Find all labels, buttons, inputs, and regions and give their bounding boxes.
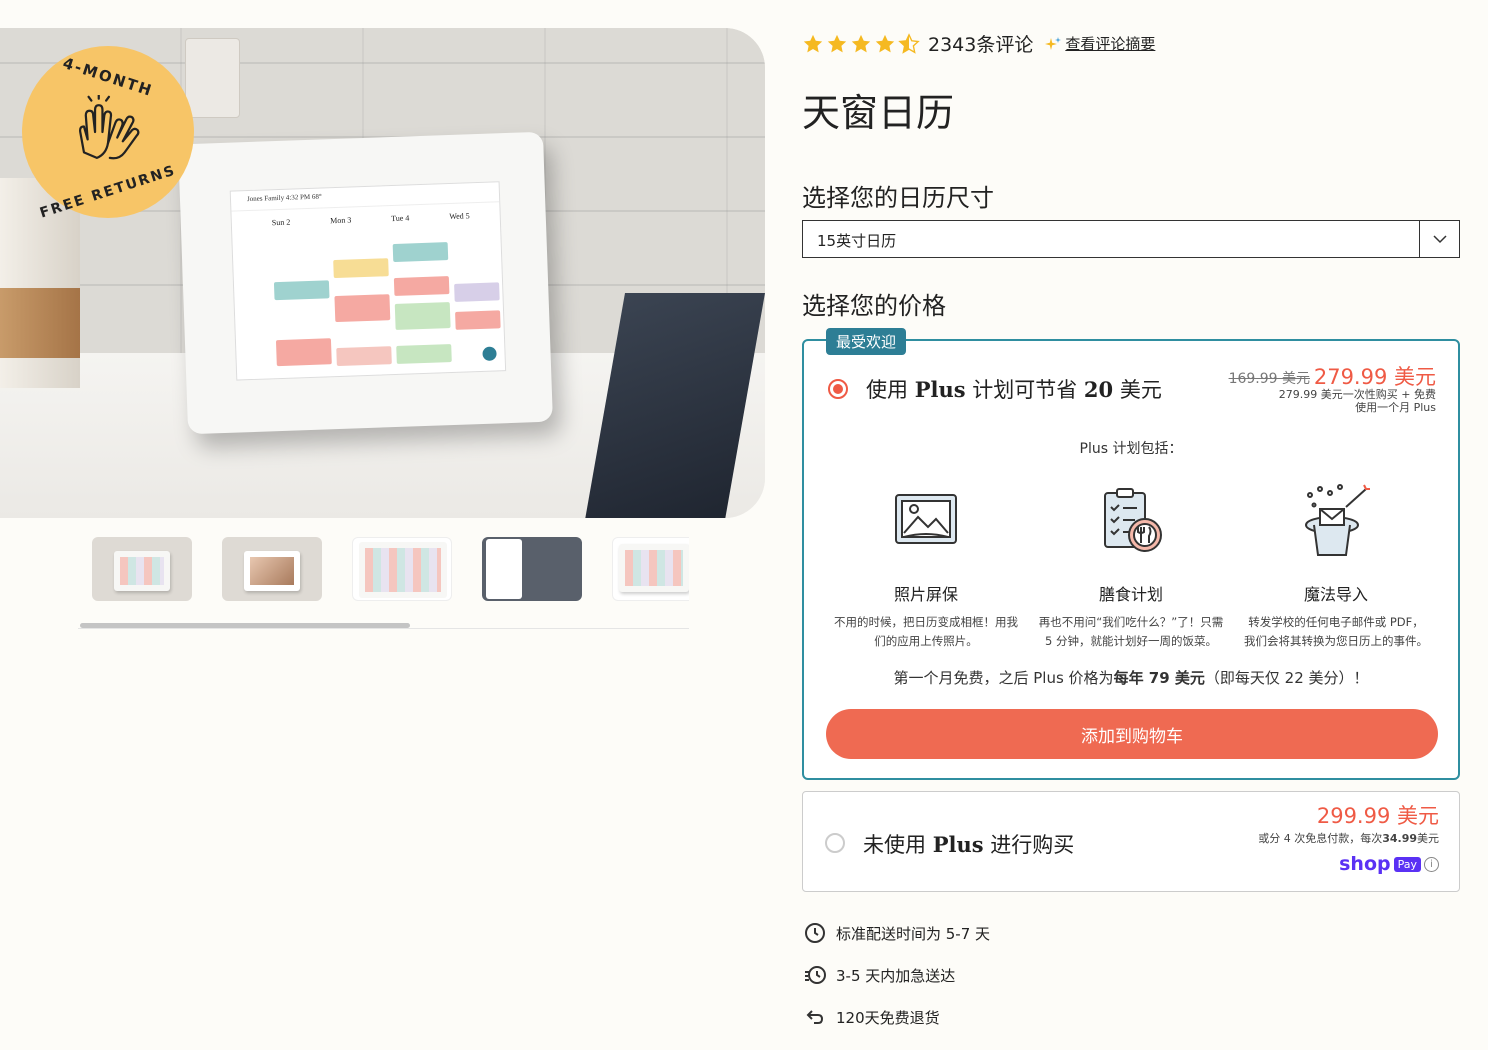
screen-time: 4:32 PM bbox=[285, 192, 311, 202]
feature-name: 照片屏保 bbox=[893, 585, 958, 604]
screen-day: Sun 2 bbox=[271, 217, 291, 228]
plan-plus-option[interactable]: 最受欢迎 使用 Plus 计划可节省 20 美元 169.99 美元 279.9… bbox=[802, 328, 1460, 780]
feature-magic-import: 魔法导入 转发学校的任何电子邮件或 PDF， 我们会将其转换为您日历上的事件。 bbox=[1236, 481, 1436, 651]
plan-plus-radio[interactable] bbox=[828, 379, 848, 399]
product-hero-image: Jones Family 4:32 PM 68° Sun 2 Mon 3 Tue… bbox=[0, 28, 765, 518]
plus-pricing-footnote: 第一个月免费，之后 Plus 价格为每年 79 美元（即每天仅 22 美分）！ bbox=[893, 669, 1369, 687]
event-block bbox=[454, 282, 500, 302]
review-summary-text[interactable]: 查看评论摘要 bbox=[1065, 33, 1155, 54]
sale-price: 279.99 美元 bbox=[1313, 365, 1436, 389]
magic-hat-icon bbox=[1305, 484, 1370, 556]
most-popular-badge: 最受欢迎 bbox=[826, 328, 907, 355]
thumbnail-5[interactable] bbox=[612, 537, 689, 601]
event-block bbox=[392, 242, 449, 263]
event-block bbox=[273, 280, 330, 301]
size-selected-value: 15英寸日历 bbox=[817, 232, 897, 250]
wall-outlet bbox=[185, 38, 240, 118]
shipping-standard: 标准配送时间为 5-7 天 bbox=[804, 922, 990, 944]
feature-desc: 不用的时候，把日历变成相框！用我 们的应用上传照片。 bbox=[834, 615, 1018, 648]
plus-includes-label: Plus 计划包括： bbox=[1079, 441, 1183, 457]
calendar-device: Jones Family 4:32 PM 68° Sun 2 Mon 3 Tue… bbox=[178, 131, 553, 435]
feature-meal-plan: 膳食计划 再也不用问“我们吃什么？”了！只需 5 分钟，就能计划好一周的饭菜。 bbox=[1031, 481, 1231, 651]
plan-basic-option[interactable]: 未使用 Plus 进行购买 299.99 美元 或分 4 次免息付款，每次34.… bbox=[802, 791, 1460, 892]
screen-day: Mon 3 bbox=[330, 215, 352, 226]
thumbnail-strip bbox=[92, 537, 689, 601]
plan-basic-radio[interactable] bbox=[825, 833, 845, 853]
thumbnail-2[interactable] bbox=[222, 537, 322, 601]
feature-photo-screensaver: 照片屏保 不用的时候，把日历变成相框！用我 们的应用上传照片。 bbox=[826, 481, 1026, 651]
shipping-text: 120天免费退货 bbox=[836, 1008, 940, 1027]
fast-clock-icon bbox=[805, 966, 826, 984]
feature-desc: 转发学校的任何电子邮件或 PDF， 我们会将其转换为您日历上的事件。 bbox=[1244, 615, 1428, 648]
sparkle-icon bbox=[1045, 36, 1062, 50]
thumbnail-4[interactable] bbox=[482, 537, 582, 601]
meal-plan-icon bbox=[1104, 488, 1162, 552]
thumbnail-scrollbar[interactable] bbox=[78, 621, 689, 629]
shop-pay-badge: Pay bbox=[1393, 856, 1421, 872]
event-block bbox=[336, 346, 392, 367]
review-count[interactable]: 2343条评论 bbox=[928, 30, 1033, 57]
shop-pay-logo: shop Pay i bbox=[1339, 853, 1439, 875]
installment-note: 或分 4 次免息付款，每次34.99美元 bbox=[1258, 832, 1439, 845]
event-block bbox=[394, 302, 451, 330]
scrollbar-thumb[interactable] bbox=[80, 623, 410, 628]
product-title: 天窗日历 bbox=[802, 91, 955, 135]
screen-day: Wed 5 bbox=[449, 211, 470, 222]
price-note: 279.99 美元一次性购买 + 免费 使用一个月 Plus bbox=[1278, 388, 1436, 414]
price-label: 选择您的价格 bbox=[802, 292, 946, 320]
photo-frame-icon bbox=[895, 494, 957, 544]
star-icon bbox=[827, 34, 847, 52]
calendar-screen: Jones Family 4:32 PM 68° Sun 2 Mon 3 Tue… bbox=[229, 181, 507, 381]
screen-title: Jones Family bbox=[246, 193, 285, 204]
star-icon bbox=[875, 34, 895, 52]
rating-row: 2343条评论 查看评论摘要 bbox=[802, 30, 1155, 57]
free-returns-badge: 4-MONTH FREE RETURNS bbox=[22, 46, 194, 222]
shipping-express: 3-5 天内加急送达 bbox=[804, 964, 955, 986]
screen-day: Tue 4 bbox=[391, 213, 410, 224]
feature-name: 魔法导入 bbox=[1303, 585, 1368, 604]
shop-word: shop bbox=[1339, 853, 1391, 875]
plan-basic-name: 未使用 Plus 进行购买 bbox=[863, 832, 1075, 857]
return-arrow-icon bbox=[806, 1010, 824, 1024]
original-price: 169.99 美元 bbox=[1228, 371, 1310, 387]
shipping-text: 3-5 天内加急送达 bbox=[836, 966, 956, 985]
screen-temp: 68° bbox=[311, 192, 322, 201]
event-block bbox=[275, 338, 332, 367]
feature-name: 膳食计划 bbox=[1098, 585, 1163, 604]
feature-desc: 再也不用问“我们吃什么？”了！只需 5 分钟，就能计划好一周的饭菜。 bbox=[1038, 615, 1224, 648]
event-block bbox=[333, 258, 389, 279]
plan-plus-name: 使用 Plus 计划可节省 20 美元 bbox=[866, 377, 1162, 402]
chevron-down-icon[interactable] bbox=[1419, 221, 1459, 257]
info-icon[interactable]: i bbox=[1424, 856, 1439, 872]
event-block bbox=[334, 294, 391, 323]
high-five-icon bbox=[68, 92, 148, 172]
event-block bbox=[455, 310, 501, 330]
thumbnail-3[interactable] bbox=[352, 537, 452, 601]
event-block bbox=[393, 276, 450, 296]
add-to-cart-button[interactable]: 添加到购物车 bbox=[826, 709, 1438, 759]
basic-price: 299.99 美元 bbox=[1316, 804, 1439, 828]
shipping-returns: 120天免费退货 bbox=[804, 1006, 940, 1028]
size-label: 选择您的日历尺寸 bbox=[802, 184, 994, 212]
thumbnail-1[interactable] bbox=[92, 537, 192, 601]
size-select[interactable]: 15英寸日历 bbox=[802, 220, 1460, 258]
star-rating bbox=[802, 32, 920, 55]
half-star-icon bbox=[898, 32, 920, 54]
star-icon bbox=[851, 34, 871, 52]
clock-icon bbox=[805, 923, 825, 943]
add-event-icon bbox=[482, 346, 497, 361]
event-block bbox=[396, 344, 452, 364]
review-summary-link[interactable]: 查看评论摘要 bbox=[1045, 33, 1155, 54]
shipping-text: 标准配送时间为 5-7 天 bbox=[836, 924, 991, 943]
star-icon bbox=[803, 34, 823, 52]
